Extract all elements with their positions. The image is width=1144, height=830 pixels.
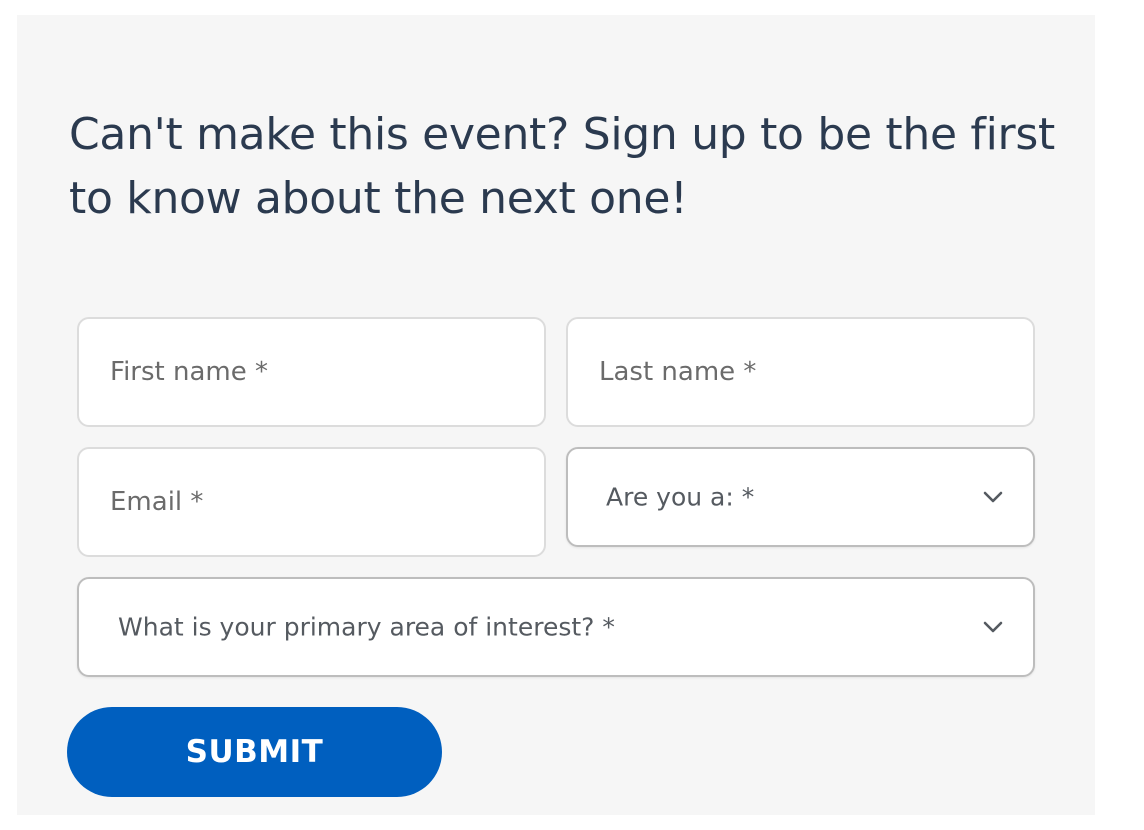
email-input[interactable]	[79, 449, 544, 555]
last-name-input[interactable]	[568, 319, 1033, 425]
email-field[interactable]	[77, 447, 546, 557]
first-name-field[interactable]	[77, 317, 546, 427]
signup-heading: Can't make this event? Sign up to be the…	[69, 109, 1055, 224]
chevron-down-icon	[983, 491, 1003, 503]
interest-select[interactable]: What is your primary area of interest? *	[77, 577, 1035, 677]
role-select[interactable]: Are you a: *	[566, 447, 1035, 547]
submit-button[interactable]: SUBMIT	[67, 707, 442, 797]
chevron-down-icon	[983, 621, 1003, 633]
first-name-input[interactable]	[79, 319, 544, 425]
last-name-field[interactable]	[566, 317, 1035, 427]
interest-select-label: What is your primary area of interest? *	[118, 612, 615, 642]
role-select-label: Are you a: *	[606, 482, 755, 512]
